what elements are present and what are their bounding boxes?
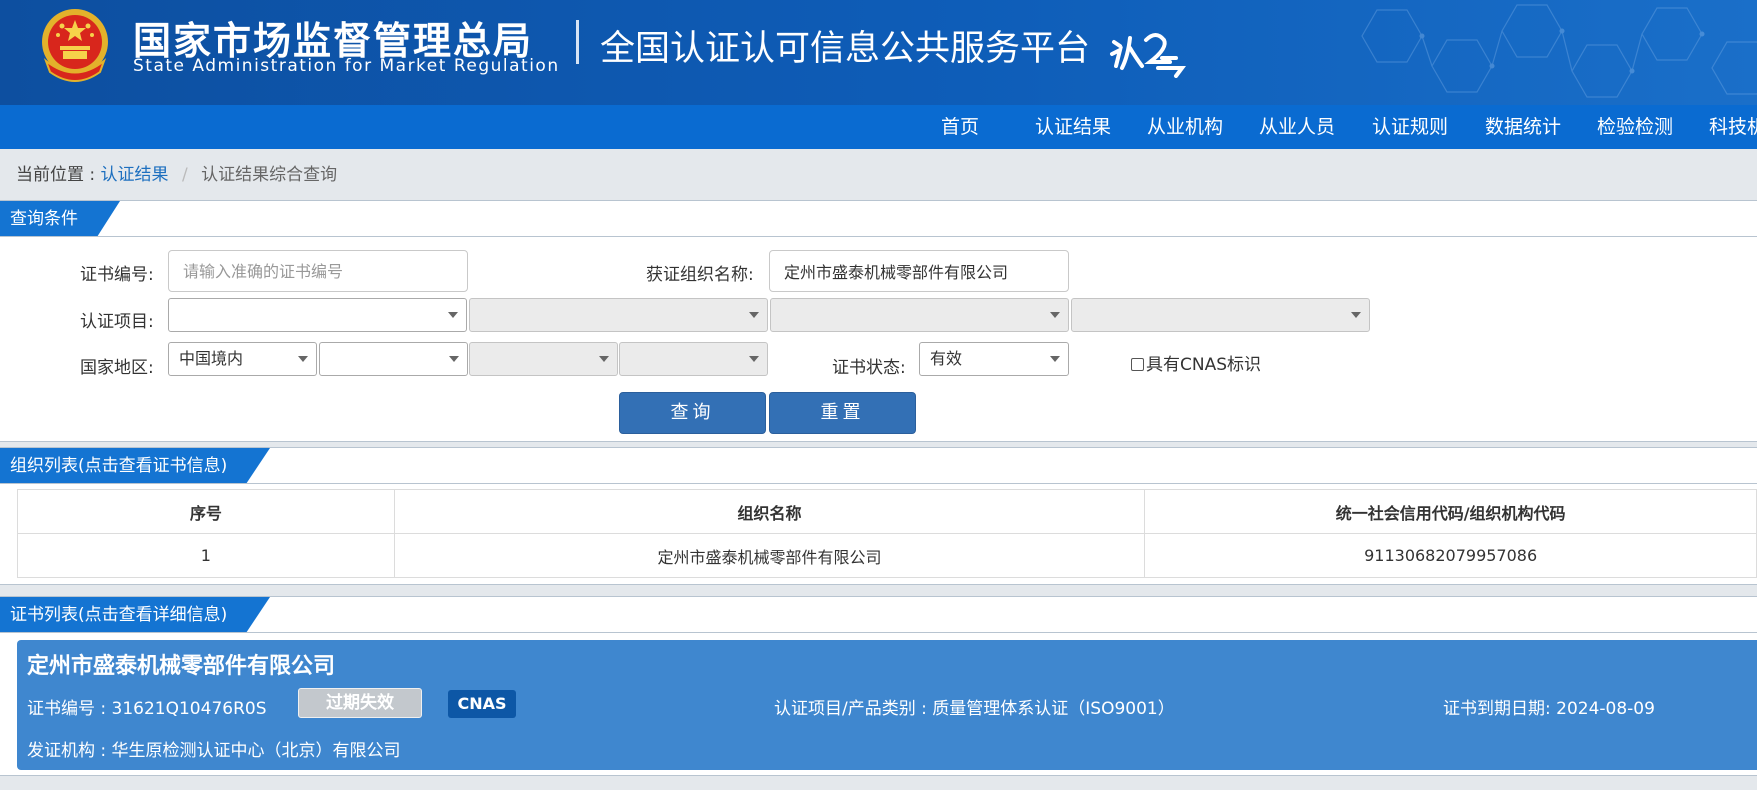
project-select-3 xyxy=(770,298,1069,332)
status-badge: 过期失效 xyxy=(298,688,422,718)
cert-expiry: 证书到期日期: 2024-08-09 xyxy=(1443,699,1655,719)
table-header-row: 序号 组织名称 统一社会信用代码/组织机构代码 xyxy=(17,489,1757,534)
column-header-credit-code: 统一社会信用代码/组织机构代码 xyxy=(1144,489,1757,534)
region-select-2[interactable] xyxy=(319,342,468,376)
site-header: 国家市场监督管理总局 State Administration for Mark… xyxy=(0,0,1757,105)
cnas-checkbox-label: 具有CNAS标识 xyxy=(1146,355,1262,375)
status-select[interactable]: 有效 xyxy=(919,342,1069,376)
chevron-down-icon xyxy=(1050,356,1060,362)
breadcrumb-prefix: 当前位置 : xyxy=(16,165,96,185)
nav-item-statistics[interactable]: 数据统计 xyxy=(1485,105,1561,149)
nav-item-personnel[interactable]: 从业人员 xyxy=(1259,105,1335,149)
org-name-input[interactable] xyxy=(769,250,1069,292)
cert-list-panel-header: 证书列表(点击查看详细信息) xyxy=(0,597,1757,633)
ren-yun-logo-icon xyxy=(1110,33,1186,78)
cert-number: 证书编号 : 31621Q10476R0S xyxy=(27,699,267,719)
region-select-3 xyxy=(469,342,618,376)
table-cell-index: 1 xyxy=(17,533,395,578)
nav-item-institutions[interactable]: 从业机构 xyxy=(1147,105,1223,149)
project-label: 认证项目: xyxy=(80,312,154,332)
region-select-value: 中国境内 xyxy=(179,349,244,368)
region-select-1[interactable]: 中国境内 xyxy=(168,342,317,376)
chevron-down-icon xyxy=(749,356,759,362)
query-panel-title: 查询条件 xyxy=(10,209,78,229)
cnas-checkbox-wrap[interactable]: 具有CNAS标识 xyxy=(1131,350,1261,375)
search-button[interactable]: 查询 xyxy=(619,392,766,434)
column-header-index: 序号 xyxy=(17,489,395,534)
breadcrumb: 当前位置 : 认证结果 / 认证结果综合查询 xyxy=(16,160,337,185)
nav-item-tech[interactable]: 科技机 xyxy=(1709,105,1757,149)
cnas-badge: CNAS xyxy=(448,690,516,718)
org-list-table: 序号 组织名称 统一社会信用代码/组织机构代码 1 定州市盛泰机械零部件有限公司… xyxy=(17,489,1757,578)
main-nav: 首页 认证结果 从业机构 从业人员 认证规则 数据统计 检验检测 科技机 xyxy=(0,105,1757,149)
chevron-down-icon xyxy=(449,356,459,362)
cert-list-panel-title: 证书列表(点击查看详细信息) xyxy=(10,605,228,625)
chevron-down-icon xyxy=(1050,312,1060,318)
cert-list-panel-tab: 证书列表(点击查看详细信息) xyxy=(0,597,270,633)
header-divider xyxy=(576,20,579,64)
org-list-panel-title: 组织列表(点击查看证书信息) xyxy=(10,456,228,476)
project-select-1[interactable] xyxy=(168,298,467,332)
project-select-4 xyxy=(1071,298,1370,332)
national-emblem-icon xyxy=(42,9,108,82)
status-select-value: 有效 xyxy=(930,349,963,368)
region-select-4 xyxy=(619,342,768,376)
nav-item-cert-results[interactable]: 认证结果 xyxy=(1035,105,1111,149)
cert-card[interactable]: 定州市盛泰机械零部件有限公司 证书编号 : 31621Q10476R0S 过期失… xyxy=(17,640,1757,770)
table-cell-credit-code: 91130682079957086 xyxy=(1144,533,1757,578)
platform-title: 全国认证认可信息公共服务平台 xyxy=(600,29,1091,69)
column-header-org-name: 组织名称 xyxy=(393,489,1146,534)
query-panel-header: 查询条件 xyxy=(0,201,1757,237)
org-list-panel-header: 组织列表(点击查看证书信息) xyxy=(0,448,1757,484)
chevron-down-icon xyxy=(749,312,759,318)
breadcrumb-link[interactable]: 认证结果 xyxy=(101,165,169,185)
cert-org-name: 定州市盛泰机械零部件有限公司 xyxy=(27,654,336,679)
nav-item-cert-rules[interactable]: 认证规则 xyxy=(1372,105,1448,149)
region-label: 国家地区: xyxy=(80,358,154,378)
cert-no-label: 证书编号: xyxy=(80,265,154,285)
table-cell-org-name[interactable]: 定州市盛泰机械零部件有限公司 xyxy=(393,533,1146,578)
chevron-down-icon xyxy=(599,356,609,362)
cnas-checkbox[interactable] xyxy=(1131,358,1144,371)
nav-item-home[interactable]: 首页 xyxy=(941,105,979,149)
nav-item-inspection[interactable]: 检验检测 xyxy=(1597,105,1673,149)
hexagon-pattern-decoration xyxy=(1361,4,1757,98)
chevron-down-icon xyxy=(448,312,458,318)
breadcrumb-separator: / xyxy=(181,165,188,185)
chevron-down-icon xyxy=(1351,312,1361,318)
query-panel-tab: 查询条件 xyxy=(0,201,120,237)
cert-project: 认证项目/产品类别 : 质量管理体系认证（ISO9001） xyxy=(774,699,1175,719)
table-row[interactable]: 1 定州市盛泰机械零部件有限公司 91130682079957086 xyxy=(17,533,1757,578)
cert-issuer: 发证机构 : 华生原检测认证中心（北京）有限公司 xyxy=(27,741,401,761)
project-select-2 xyxy=(469,298,768,332)
cert-no-input[interactable] xyxy=(168,250,468,292)
org-list-panel-tab: 组织列表(点击查看证书信息) xyxy=(0,448,270,484)
breadcrumb-current: 认证结果综合查询 xyxy=(201,165,338,185)
status-label: 证书状态: xyxy=(832,358,906,378)
reset-button[interactable]: 重置 xyxy=(769,392,916,434)
org-name-en: State Administration for Market Regulati… xyxy=(133,56,560,76)
org-name-label: 获证组织名称: xyxy=(646,265,754,285)
chevron-down-icon xyxy=(298,356,308,362)
